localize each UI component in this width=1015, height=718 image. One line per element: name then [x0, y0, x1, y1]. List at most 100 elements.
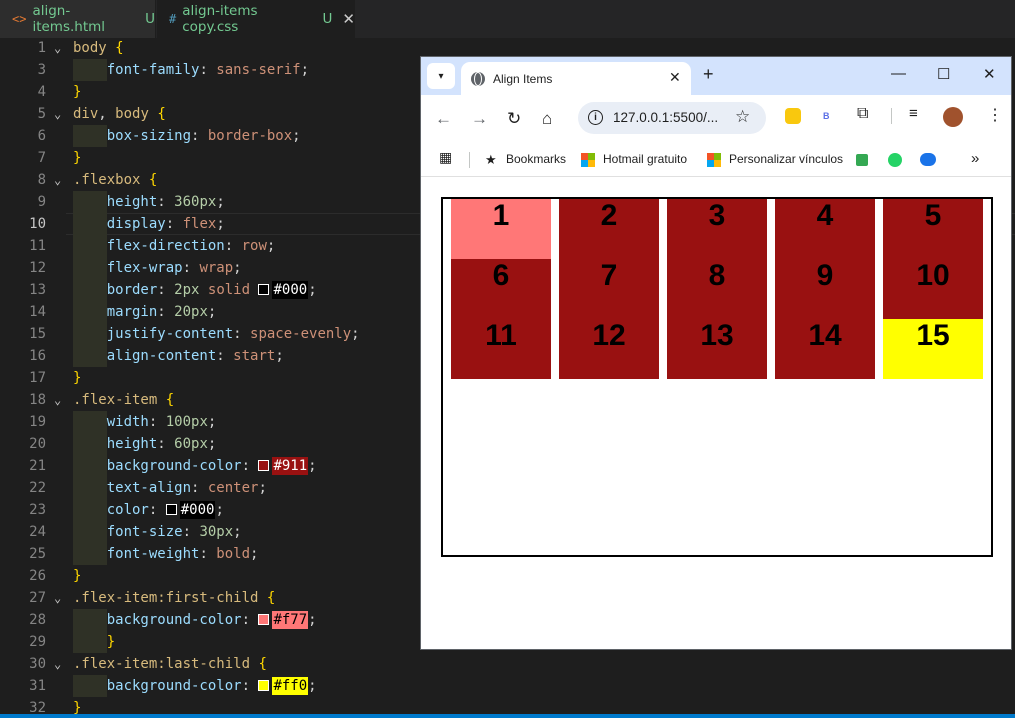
token-punc: :: [191, 480, 208, 496]
line-number: 10: [29, 216, 46, 232]
indent-guide: [73, 543, 107, 565]
flex-item-13: 13: [667, 319, 767, 379]
token-punc: [157, 392, 165, 408]
token-punc: ;: [207, 436, 217, 452]
token-punc: ;: [266, 238, 276, 254]
b-extension-icon[interactable]: B: [823, 111, 830, 121]
new-tab-button[interactable]: +: [703, 64, 714, 85]
tab-align-items-copy-css[interactable]: # align-items copy.css U ✕: [157, 0, 355, 38]
color-value: #000: [272, 281, 309, 299]
code-text: font-weight: bold;: [73, 543, 258, 565]
token-prop: margin: [106, 304, 158, 320]
token-num: 360px: [174, 194, 217, 210]
token-prop: font-weight: [106, 546, 200, 562]
token-prop: width: [106, 414, 149, 430]
fold-chevron-icon[interactable]: ⌄: [54, 38, 61, 59]
browser-tab[interactable]: Align Items ✕: [461, 62, 691, 95]
code-text: }: [73, 631, 115, 653]
media-control-icon[interactable]: ≡: [909, 105, 918, 122]
flex-item-11: 11: [451, 319, 551, 379]
indent-guide: [73, 631, 107, 653]
minimize-icon[interactable]: —: [891, 65, 906, 82]
bookmark-star-icon[interactable]: ☆: [735, 107, 750, 127]
token-punc: ;: [216, 216, 225, 232]
indent-guide: [73, 675, 107, 697]
untracked-badge: U: [145, 11, 155, 27]
code-text: }: [73, 147, 81, 169]
code-text: box-sizing: border-box;: [73, 125, 301, 147]
messages-icon[interactable]: [920, 153, 936, 166]
code-line[interactable]: 30 ⌄ .flex-item:last-child {: [0, 653, 1015, 675]
line-number: 9: [37, 194, 46, 210]
flex-item-9: 9: [775, 259, 875, 319]
token-brace: }: [106, 634, 116, 650]
token-punc: ;: [308, 458, 317, 474]
code-text: .flexbox {: [73, 169, 157, 191]
token-val: border-box: [207, 128, 293, 144]
window-close-icon[interactable]: ✕: [983, 65, 996, 83]
address-bar[interactable]: i 127.0.0.1:5500/... ☆: [578, 102, 766, 134]
color-swatch[interactable]: [258, 460, 270, 471]
indent-guide: [73, 125, 107, 147]
token-num: 30px: [199, 524, 234, 540]
token-punc: :: [224, 238, 242, 254]
code-text: height: 360px;: [73, 191, 225, 213]
flex-item-7: 7: [559, 259, 659, 319]
token-brace: {: [115, 40, 124, 56]
reload-icon[interactable]: ↻: [507, 109, 521, 129]
tab-search-button[interactable]: ▾: [427, 63, 455, 89]
code-text: color: #000;: [73, 499, 224, 521]
profile-avatar[interactable]: [943, 107, 963, 127]
flex-item-4: 4: [775, 199, 875, 259]
fold-chevron-icon[interactable]: ⌄: [54, 587, 61, 609]
flexbox-container: 1 2 3 4 5 6 7 8 9 10 11 12 13 14 15: [441, 197, 993, 557]
token-brace: {: [157, 106, 166, 122]
keep-extension-icon[interactable]: [785, 108, 801, 124]
line-number: 18: [29, 392, 46, 408]
color-swatch[interactable]: [165, 504, 177, 515]
back-icon[interactable]: ←: [435, 109, 452, 129]
site-info-icon[interactable]: i: [588, 110, 603, 125]
token-val: solid: [207, 282, 251, 298]
fold-chevron-icon[interactable]: ⌄: [54, 103, 61, 125]
color-value: #f77: [272, 611, 309, 629]
fold-chevron-icon[interactable]: ⌄: [54, 653, 61, 675]
line-number: 19: [29, 414, 46, 430]
color-swatch[interactable]: [258, 284, 270, 295]
close-icon[interactable]: ✕: [669, 69, 681, 86]
extensions-puzzle-icon[interactable]: ⧉: [857, 105, 868, 123]
home-icon[interactable]: ⌂: [542, 109, 552, 129]
indent-guide: [73, 323, 107, 345]
token-punc: ;: [215, 502, 224, 518]
kebab-menu-icon[interactable]: ⋮: [987, 105, 1003, 125]
color-swatch[interactable]: [258, 614, 270, 625]
indent-guide: [73, 499, 107, 521]
code-text: .flex-item {: [73, 389, 174, 411]
color-swatch[interactable]: [258, 680, 270, 691]
line-number: 28: [29, 612, 46, 628]
forward-icon[interactable]: →: [471, 109, 488, 129]
bookmark-hotmail[interactable]: Hotmail gratuito: [603, 152, 687, 166]
flex-item-6: 6: [451, 259, 551, 319]
close-tab-icon[interactable]: ✕: [342, 10, 355, 28]
more-bookmarks-icon[interactable]: »: [971, 150, 979, 167]
token-brace: }: [73, 568, 82, 584]
tab-align-items-html[interactable]: <> align-items.html U: [0, 0, 156, 38]
apps-grid-icon[interactable]: ▦: [439, 149, 452, 166]
maximize-icon[interactable]: ☐: [937, 65, 950, 83]
bookmark-bookmarks[interactable]: Bookmarks: [506, 152, 566, 166]
token-num: 100px: [165, 414, 208, 430]
token-punc: :: [182, 260, 200, 276]
token-prop: flex-wrap: [106, 260, 183, 276]
color-value: #911: [272, 457, 309, 475]
fold-chevron-icon[interactable]: ⌄: [54, 169, 61, 191]
code-line[interactable]: 31 background-color: #ff0;: [0, 675, 1015, 697]
token-punc: :: [157, 436, 175, 452]
code-text: background-color: #911;: [73, 455, 317, 477]
bookmark-personalizar[interactable]: Personalizar vínculos: [729, 152, 843, 166]
meet-icon[interactable]: [856, 154, 868, 166]
whatsapp-icon[interactable]: [888, 153, 902, 167]
line-number: 14: [29, 304, 46, 320]
fold-chevron-icon[interactable]: ⌄: [54, 389, 61, 411]
line-number: 29: [29, 634, 46, 650]
